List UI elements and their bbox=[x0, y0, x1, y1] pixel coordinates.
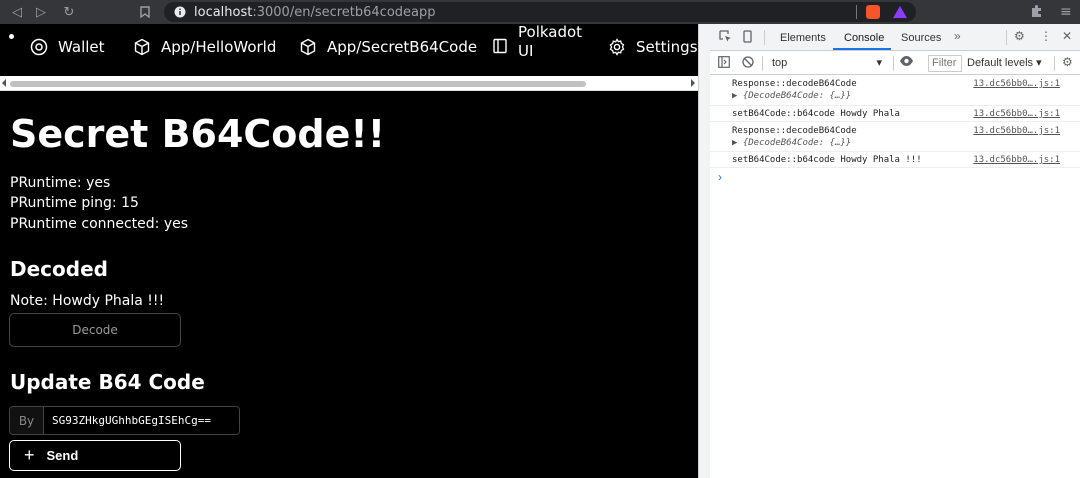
url-path: :3000/en/secretb64codeapp bbox=[252, 4, 436, 20]
status-dot bbox=[9, 34, 14, 39]
log-source-link[interactable]: 13.dc56bb0….js:1 bbox=[973, 79, 1060, 89]
polkadot-line2: UI bbox=[518, 42, 534, 60]
reload-icon[interactable]: ↻ bbox=[58, 1, 80, 23]
log-source-link[interactable]: 13.dc56bb0….js:1 bbox=[973, 155, 1060, 165]
console-prompt-icon[interactable]: › bbox=[718, 170, 722, 184]
app-page: Wallet App/HelloWorld App/SecretB64Code … bbox=[0, 24, 698, 478]
log-object-preview[interactable]: ▶ {DecodeB64Code: {…}} bbox=[732, 138, 851, 148]
decoded-note: Note: Howdy Phala !!! bbox=[10, 293, 165, 309]
status-pruntime-connected: PRuntime connected: yes bbox=[10, 216, 189, 232]
log-source-link[interactable]: 13.dc56bb0….js:1 bbox=[973, 126, 1060, 136]
nav-item-label: App/HelloWorld bbox=[161, 38, 277, 56]
live-expression-eye-icon[interactable] bbox=[899, 55, 914, 70]
nav-item-polkadot-ui[interactable] bbox=[493, 38, 517, 54]
send-button-label: Send bbox=[46, 448, 79, 463]
scrollbar-thumb[interactable] bbox=[10, 81, 586, 87]
top-navigation: Wallet App/HelloWorld App/SecretB64Code … bbox=[0, 24, 698, 76]
gear-icon bbox=[609, 38, 625, 56]
back-icon[interactable]: ◁ bbox=[6, 1, 28, 23]
toolbar-separator bbox=[1054, 56, 1055, 71]
devtools-panel: Elements Console Sources » ⚙ ⋮ ✕ top ▾ F… bbox=[710, 24, 1080, 478]
clear-console-icon[interactable] bbox=[742, 56, 754, 71]
forward-icon[interactable]: ▷ bbox=[30, 1, 52, 23]
tab-separator bbox=[1006, 30, 1007, 45]
b64-input-group: By bbox=[9, 406, 240, 435]
polkadot-line1: Polkadot bbox=[518, 23, 583, 41]
nav-item-label: Settings bbox=[636, 38, 698, 56]
bookmark-icon[interactable] bbox=[134, 1, 156, 23]
toolbar-divider bbox=[856, 5, 857, 19]
context-select[interactable]: top ▾ bbox=[768, 55, 886, 72]
address-bar[interactable]: localhost:3000/en/secretb64codeapp bbox=[164, 2, 916, 22]
decode-button[interactable]: Decode bbox=[9, 313, 181, 347]
close-devtools-icon[interactable]: ✕ bbox=[1062, 29, 1072, 43]
log-object-preview[interactable]: ▶ {DecodeB64Code: {…}} bbox=[732, 91, 851, 101]
status-pruntime: PRuntime: yes bbox=[10, 175, 111, 191]
log-levels-select[interactable]: Default levels ▾ bbox=[967, 55, 1042, 72]
update-heading: Update B64 Code bbox=[10, 370, 205, 394]
plus-icon: + bbox=[24, 445, 35, 465]
log-message: setB64Code::b64code Howdy Phala !!! bbox=[732, 155, 922, 165]
tab-console[interactable]: Console bbox=[844, 32, 884, 44]
scroll-left-icon[interactable] bbox=[2, 79, 6, 87]
devtools-resizer[interactable] bbox=[698, 24, 710, 478]
active-tab-indicator bbox=[833, 48, 891, 50]
devtools-tabbar: Elements Console Sources » ⚙ ⋮ ✕ bbox=[710, 24, 1080, 51]
scroll-right-icon[interactable] bbox=[691, 79, 695, 87]
panel-icon bbox=[493, 38, 507, 54]
toolbar-separator bbox=[893, 56, 894, 71]
console-log-entry[interactable]: setB64Code::b64code Howdy Phala !!! 13.d… bbox=[710, 152, 1080, 168]
console-toolbar: top ▾ Filter Default levels ▾ ⚙ bbox=[710, 52, 1080, 75]
b64-code-input[interactable] bbox=[44, 407, 239, 434]
tab-sources[interactable]: Sources bbox=[901, 32, 941, 44]
console-log-entry[interactable]: setB64Code::b64code Howdy Phala 13.dc56b… bbox=[710, 106, 1080, 122]
brave-shields-icon[interactable] bbox=[866, 5, 880, 19]
extensions-icon[interactable] bbox=[1030, 4, 1044, 22]
nav-item-label: Wallet bbox=[58, 38, 105, 56]
console-log-entry[interactable]: Response::decodeB64Code ▶ {DecodeB64Code… bbox=[710, 75, 1080, 106]
nav-item-helloworld[interactable]: App/HelloWorld bbox=[133, 38, 276, 56]
nav-item-wallet[interactable]: Wallet bbox=[30, 38, 105, 56]
log-message: setB64Code::b64code Howdy Phala bbox=[732, 109, 900, 119]
log-source-link[interactable]: 13.dc56bb0….js:1 bbox=[973, 109, 1060, 119]
url-host: localhost bbox=[194, 4, 253, 20]
horizontal-scrollbar[interactable] bbox=[0, 76, 698, 91]
log-message: Response::decodeB64Code bbox=[732, 126, 857, 136]
log-message: Response::decodeB64Code bbox=[732, 79, 857, 89]
browser-toolbar: ◁ ▷ ↻ localhost:3000/en/secretb64codeapp… bbox=[0, 0, 1080, 24]
context-value: top bbox=[772, 57, 788, 69]
console-log-entry[interactable]: Response::decodeB64Code ▶ {DecodeB64Code… bbox=[710, 122, 1080, 152]
tab-elements[interactable]: Elements bbox=[780, 32, 826, 44]
nav-item-settings[interactable]: Settings bbox=[608, 38, 698, 56]
more-tabs-icon[interactable]: » bbox=[954, 29, 961, 43]
inspect-element-icon[interactable] bbox=[719, 30, 732, 46]
toolbar-separator bbox=[762, 56, 763, 71]
send-button[interactable]: + Send bbox=[9, 440, 181, 471]
console-settings-icon[interactable]: ⚙ bbox=[1062, 55, 1073, 69]
console-filter-input[interactable]: Filter bbox=[928, 55, 962, 72]
nav-item-polkadot-label[interactable]: Polkadot UI bbox=[518, 24, 582, 60]
dropdown-icon: ▾ bbox=[876, 57, 882, 69]
info-icon[interactable] bbox=[174, 6, 186, 18]
nav-item-label: App/SecretB64Code bbox=[327, 38, 478, 56]
brave-rewards-icon[interactable] bbox=[893, 6, 907, 18]
nav-item-secretb64code[interactable]: App/SecretB64Code bbox=[299, 38, 477, 56]
menu-icon[interactable]: ≡ bbox=[1060, 4, 1072, 20]
cube-icon bbox=[134, 38, 150, 56]
circle-dot-icon bbox=[30, 38, 48, 56]
tab-separator bbox=[764, 30, 765, 45]
device-toolbar-icon[interactable] bbox=[741, 30, 754, 46]
cube-icon bbox=[300, 38, 316, 56]
input-addon: By bbox=[10, 407, 44, 434]
sidebar-toggle-icon[interactable] bbox=[718, 56, 730, 71]
page-title: Secret B64Code!! bbox=[10, 112, 386, 156]
devtools-settings-icon[interactable]: ⚙ bbox=[1014, 29, 1025, 43]
devtools-menu-icon[interactable]: ⋮ bbox=[1040, 29, 1052, 43]
status-pruntime-ping: PRuntime ping: 15 bbox=[10, 195, 139, 211]
decoded-heading: Decoded bbox=[10, 257, 108, 281]
